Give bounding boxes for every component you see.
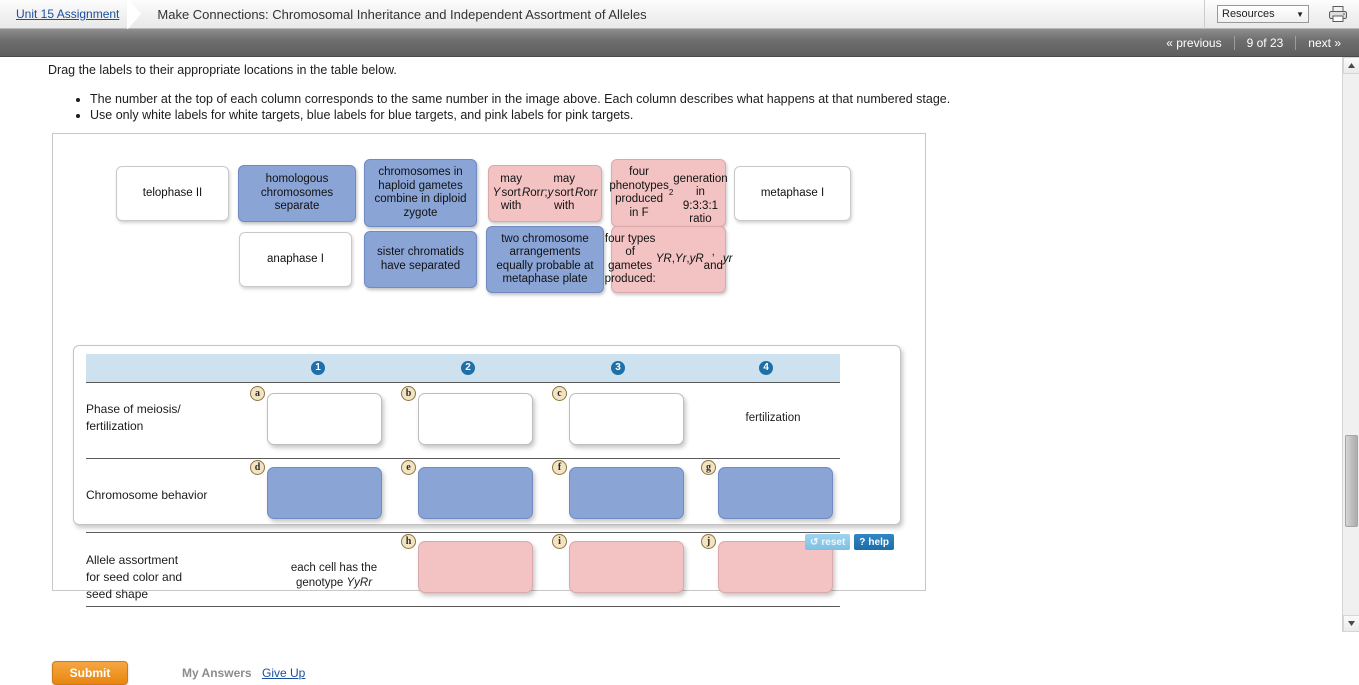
nav-divider (1233, 35, 1235, 50)
vertical-scrollbar[interactable] (1342, 57, 1359, 632)
drag-label-y-may-sort[interactable]: Y may sort with R or r; y may sort with R … (488, 165, 602, 222)
drag-label-metaphase-i[interactable]: metaphase I (734, 166, 851, 221)
my-answers-label[interactable]: My Answers (182, 666, 252, 680)
resources-dropdown-label: Resources (1222, 8, 1275, 20)
target-tag-i: i (552, 534, 567, 549)
target-tag-c: c (552, 386, 567, 401)
triangle-down-icon (1348, 621, 1355, 626)
target-tag-b: b (401, 386, 416, 401)
target-tag-f: f (552, 460, 567, 475)
drop-target-e[interactable] (418, 467, 533, 519)
drag-label-chromosomes-haploid-gametes[interactable]: chromosomes in haploid gametes combine i… (364, 159, 477, 227)
drop-target-table: 1 2 3 4 Phase of meiosis/ fertilization … (73, 345, 901, 607)
target-tag-j: j (701, 534, 716, 549)
chevron-down-icon: ▼ (1296, 9, 1304, 19)
drop-target-h[interactable] (418, 541, 533, 593)
instruction-bullets: The number at the top of each column cor… (72, 91, 950, 123)
instruction-bullet: The number at the top of each column cor… (90, 91, 950, 107)
pagination-bar: « previous 9 of 23 next » (0, 29, 1359, 57)
triangle-up-icon (1348, 63, 1355, 68)
target-tag-e: e (401, 460, 416, 475)
breadcrumb-unit-link[interactable]: Unit 15 Assignment (16, 7, 119, 21)
table-header-band: 1 2 3 4 (86, 354, 840, 382)
activity-controls: ↺ reset ? help (805, 534, 894, 550)
drag-label-four-phenotypes[interactable]: four phenotypes produced in F 2 generation … (609, 159, 728, 227)
top-bar-right-group: Resources ▼ (1204, 0, 1359, 29)
static-cell-genotype-line1: each cell has the (290, 562, 378, 574)
drag-label-telophase-ii[interactable]: telophase II (116, 166, 229, 221)
target-tag-d: d (250, 460, 265, 475)
instruction-bullet: Use only white labels for white targets,… (90, 107, 950, 123)
help-button[interactable]: ? help (854, 534, 894, 550)
row-label-chromosome-behavior: Chromosome behavior (86, 488, 208, 502)
drag-label-two-chromosome-arrangements[interactable]: two chromosome arrangements equally prob… (486, 226, 604, 293)
column-number-1: 1 (311, 361, 325, 375)
next-button[interactable]: next » (1296, 36, 1353, 50)
label-tray: telophase II homologous chromosomes sepa… (53, 134, 927, 293)
drag-label-sister-chromatids-separated[interactable]: sister chromatids have separated (364, 231, 477, 288)
column-number-4: 4 (759, 361, 773, 375)
static-cell-genotype-line2: genotype YyRr (295, 577, 373, 589)
row-label-allele-assortment: Allele assortment for seed color and see… (86, 553, 183, 601)
previous-button[interactable]: « previous (1154, 36, 1233, 50)
breadcrumb-separator-icon (125, 0, 149, 30)
activity-panel: telophase II homologous chromosomes sepa… (52, 133, 927, 607)
reset-icon: ↺ (810, 536, 819, 548)
reset-button-label: reset (821, 536, 846, 548)
page-title: Make Connections: Chromosomal Inheritanc… (157, 6, 647, 22)
nav-divider (1295, 35, 1297, 50)
resources-dropdown[interactable]: Resources ▼ (1217, 5, 1309, 23)
target-tag-g: g (701, 460, 716, 475)
question-mark-icon: ? (859, 536, 866, 548)
drop-target-c[interactable] (569, 393, 684, 445)
drop-target-f[interactable] (569, 467, 684, 519)
reset-button[interactable]: ↺ reset (805, 534, 851, 550)
drop-target-d[interactable] (267, 467, 382, 519)
drag-label-four-types-gametes[interactable]: four types of gametes produced: YR, Yr, yR,… (605, 226, 732, 293)
help-button-label: help (868, 536, 889, 548)
scroll-down-button[interactable] (1343, 615, 1359, 632)
table-rule (86, 382, 840, 383)
instruction-lead: Drag the labels to their appropriate loc… (48, 63, 397, 77)
row-label-phase-of-meiosis: Phase of meiosis/ fertilization (86, 402, 181, 433)
scrollbar-thumb[interactable] (1345, 435, 1358, 527)
drop-target-a[interactable] (267, 393, 382, 445)
scroll-up-button[interactable] (1343, 57, 1359, 74)
column-number-3: 3 (611, 361, 625, 375)
question-content: Drag the labels to their appropriate loc… (0, 57, 1342, 685)
table-rule (86, 606, 840, 607)
drop-target-b[interactable] (418, 393, 533, 445)
drop-target-g[interactable] (718, 467, 833, 519)
print-button[interactable] (1323, 0, 1353, 28)
submit-button[interactable]: Submit (52, 661, 128, 685)
target-tag-a: a (250, 386, 265, 401)
target-tag-h: h (401, 534, 416, 549)
drag-label-anaphase-i[interactable]: anaphase I (239, 232, 352, 287)
column-number-2: 2 (461, 361, 475, 375)
printer-icon (1329, 6, 1347, 22)
static-cell-fertilization: fertilization (745, 412, 801, 424)
give-up-link[interactable]: Give Up (262, 666, 305, 680)
top-bar: Unit 15 Assignment Make Connections: Chr… (0, 0, 1359, 30)
drop-target-i[interactable] (569, 541, 684, 593)
table-rule (86, 532, 840, 533)
drag-label-homologous-chromosomes-separate[interactable]: homologous chromosomes separate (238, 165, 356, 222)
table-rule (86, 458, 840, 459)
static-cell-genotype: each cell has the genotype YyRr (264, 561, 404, 591)
page-counter: 9 of 23 (1246, 35, 1284, 50)
